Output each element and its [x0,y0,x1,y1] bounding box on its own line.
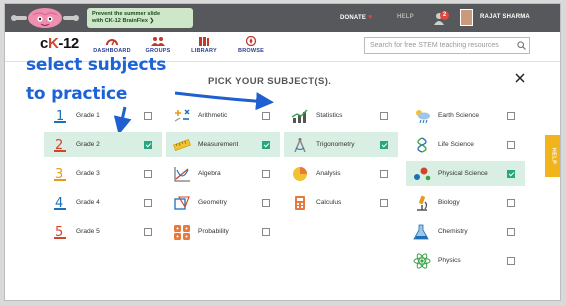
checkbox[interactable] [262,198,270,207]
subject-grade-4[interactable]: 4 Grade 4 [44,190,162,215]
subject-label: Analysis [316,170,341,177]
subject-grade-2[interactable]: 2 Grade 2 [44,132,162,157]
arithmetic-icon [171,107,193,125]
geometry-icon [171,194,193,212]
subject-label: Grade 2 [76,141,100,148]
compass-icon [289,136,311,154]
checkbox[interactable] [380,169,388,178]
checkbox[interactable] [380,111,388,120]
subject-statistics[interactable]: Statistics [284,103,398,128]
checkbox[interactable] [507,111,515,120]
subject-label: Calculus [316,199,342,206]
checkbox[interactable] [262,111,270,120]
grade-3-icon: 3 [49,165,71,183]
page-title: PICK YOUR SUBJECT(S). [208,76,332,87]
checkbox[interactable] [507,227,515,236]
checkbox[interactable] [262,227,270,236]
subject-life-science[interactable]: Life Science [406,132,525,157]
help-tab[interactable]: HELP [545,135,560,177]
grade-5-icon: 5 [49,223,71,241]
subject-physics[interactable]: Physics [406,248,525,273]
grade-1-icon: 1 [49,107,71,125]
checkbox[interactable] [507,198,515,207]
algebra-graph-icon [171,165,193,183]
subject-label: Grade 3 [76,170,100,177]
subject-label: Geometry [198,199,227,206]
subject-label: Grade 4 [76,199,100,206]
subject-label: Statistics [316,112,343,119]
close-icon[interactable] [513,71,527,85]
weather-icon [411,107,433,125]
pie-chart-icon [289,165,311,183]
checkbox-checked[interactable] [380,140,388,149]
checkbox[interactable] [144,111,152,120]
subject-analysis[interactable]: Analysis [284,161,398,186]
subject-label: Biology [438,199,460,206]
microscope-icon [411,194,433,212]
subject-probability[interactable]: Probability [166,219,280,244]
help-tab-label: HELP [550,147,557,165]
subject-label: Earth Science [438,112,480,119]
checkbox[interactable] [144,227,152,236]
subject-arithmetic[interactable]: Arithmetic [166,103,280,128]
subject-grade-3[interactable]: 3 Grade 3 [44,161,162,186]
arrow-to-statistics [174,91,274,111]
subject-label: Grade 5 [76,228,100,235]
subject-earth-science[interactable]: Earth Science [406,103,525,128]
subject-label: Physics [438,257,461,264]
subject-calculus[interactable]: Calculus [284,190,398,215]
app-window: Prevent the summer slide with CK-12 Brai… [4,3,561,301]
atom-icon [411,252,433,270]
grade-2-icon: 2 [49,136,71,154]
checkbox[interactable] [144,198,152,207]
subject-trigonometry[interactable]: Trigonometry [284,132,398,157]
dna-icon [411,136,433,154]
subject-label: Measurement [198,141,239,148]
flask-icon [411,223,433,241]
checkbox[interactable] [144,169,152,178]
subject-label: Grade 1 [76,112,100,119]
molecules-icon [411,165,433,183]
subject-label: Chemistry [438,228,468,235]
subject-label: Life Science [438,141,474,148]
subject-grade-1[interactable]: 1 Grade 1 [44,103,162,128]
dice-icon [171,223,193,241]
subject-measurement[interactable]: Measurement [166,132,280,157]
ruler-icon [171,136,193,154]
subject-label: Arithmetic [198,112,228,119]
subject-label: Physical Science [438,170,488,177]
checkbox[interactable] [507,140,515,149]
subject-physical-science[interactable]: Physical Science [406,161,525,186]
subject-chemistry[interactable]: Chemistry [406,219,525,244]
checkbox-checked[interactable] [144,140,152,149]
subject-algebra[interactable]: Algebra [166,161,280,186]
grade-4-icon: 4 [49,194,71,212]
calculator-icon [289,194,311,212]
checkbox[interactable] [507,256,515,265]
subject-label: Trigonometry [316,141,355,148]
checkbox-checked[interactable] [262,140,270,149]
checkbox[interactable] [380,198,388,207]
checkbox-checked[interactable] [507,169,515,178]
subject-label: Algebra [198,170,221,177]
subject-biology[interactable]: Biology [406,190,525,215]
checkbox[interactable] [262,169,270,178]
subject-label: Probability [198,228,229,235]
subject-geometry[interactable]: Geometry [166,190,280,215]
subject-grade-5[interactable]: 5 Grade 5 [44,219,162,244]
statistics-chart-icon [289,107,311,125]
